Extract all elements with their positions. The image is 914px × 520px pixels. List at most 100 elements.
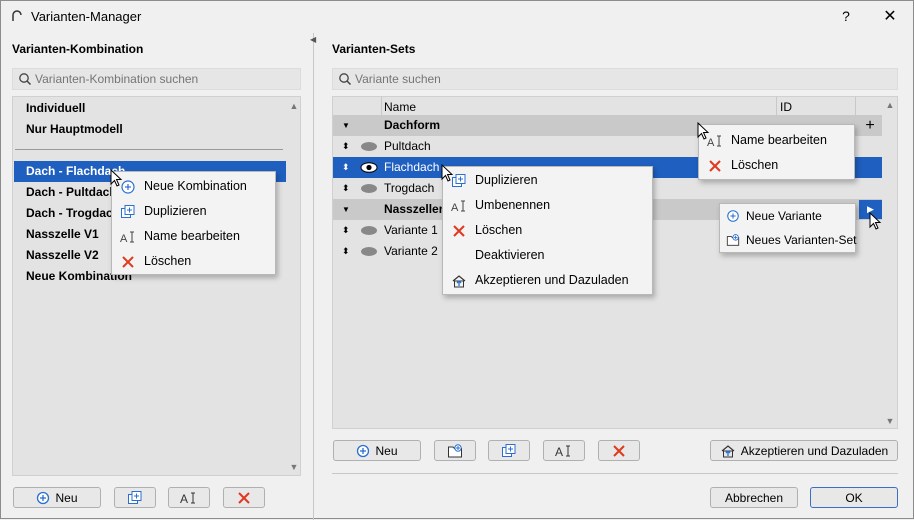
accept-button-label: Akzeptieren und Dazuladen	[740, 443, 889, 458]
plus-circle-icon	[357, 444, 370, 457]
rename-variant-button[interactable]: A	[543, 440, 585, 461]
drag-handle-icon[interactable]: ⬍	[342, 220, 350, 241]
duplicate-icon	[502, 443, 516, 457]
pane-splitter[interactable]	[313, 33, 314, 520]
mouse-cursor-icon	[697, 122, 710, 140]
collapse-arrow-icon[interactable]: ◀	[310, 35, 316, 44]
svg-text:A: A	[120, 233, 128, 245]
column-divider	[855, 97, 856, 117]
svg-text:A: A	[555, 445, 563, 458]
visibility-eye-icon[interactable]	[361, 226, 377, 235]
delete-x-icon	[613, 444, 625, 457]
close-button[interactable]: ✕	[867, 1, 913, 32]
duplicate-icon	[121, 205, 135, 218]
cancel-button[interactable]: Abbrechen	[710, 487, 798, 508]
rename-icon: A	[120, 231, 134, 245]
variant-search[interactable]	[332, 68, 898, 90]
varianten-manager-window: Varianten-Manager ? ✕ ◀ Varianten-Kombin…	[0, 0, 914, 520]
menu-item-delete[interactable]: Löschen	[699, 153, 854, 178]
scroll-down-arrow-icon[interactable]: ▼	[288, 462, 300, 472]
search-icon	[339, 73, 352, 86]
menu-item-duplicate[interactable]: Duplizieren	[112, 199, 275, 224]
column-header-name[interactable]: Name	[384, 100, 416, 114]
scroll-down-arrow-icon[interactable]: ▼	[884, 416, 896, 426]
combination-context-menu: Neue Kombination Duplizieren A Name bear…	[111, 171, 276, 275]
combination-search-input[interactable]	[35, 71, 265, 87]
menu-item-accept-and-load[interactable]: Akzeptieren und Dazuladen	[443, 268, 652, 293]
scroll-up-arrow-icon[interactable]: ▲	[884, 100, 896, 110]
plus-circle-icon	[37, 491, 50, 504]
drag-handle-icon[interactable]: ⬍	[342, 157, 350, 178]
new-set-folder-icon	[726, 234, 740, 246]
rename-icon: A	[451, 200, 465, 214]
footer-divider	[332, 473, 898, 474]
add-submenu: Neue Variante Neues Varianten-Set	[719, 203, 857, 253]
new-combination-button[interactable]: Neu	[13, 487, 101, 508]
variant-search-input[interactable]	[355, 71, 807, 87]
menu-item-new-variant-set[interactable]: Neues Varianten-Set	[720, 228, 857, 252]
drag-handle-icon[interactable]: ⬍	[342, 241, 350, 262]
menu-item-delete[interactable]: Löschen	[112, 249, 275, 274]
drag-handle-icon[interactable]: ⬍	[342, 136, 350, 157]
delete-x-icon	[709, 160, 721, 172]
duplicate-icon	[128, 490, 142, 504]
right-section-title: Varianten-Sets	[332, 42, 416, 56]
visibility-eye-icon[interactable]	[361, 142, 377, 151]
group-context-menu: A Name bearbeiten Löschen	[698, 124, 855, 180]
new-button-label: Neu	[375, 443, 398, 458]
collapse-triangle-icon[interactable]: ▼	[342, 199, 350, 220]
search-icon	[19, 73, 32, 86]
collapse-triangle-icon[interactable]: ▼	[342, 115, 350, 136]
new-variant-set-button[interactable]	[434, 440, 476, 461]
visibility-eye-icon[interactable]	[361, 184, 377, 193]
rename-combination-button[interactable]: A	[168, 487, 210, 508]
mouse-cursor-icon	[110, 169, 123, 187]
delete-x-icon	[238, 491, 250, 504]
delete-x-icon	[122, 256, 134, 268]
column-header-id[interactable]: ID	[780, 100, 792, 114]
column-divider	[381, 97, 382, 117]
menu-item-edit-name[interactable]: A Name bearbeiten	[112, 224, 275, 249]
duplicate-variant-button[interactable]	[488, 440, 530, 461]
menu-item-deactivate[interactable]: Deaktivieren	[443, 243, 652, 268]
menu-item-new-combination[interactable]: Neue Kombination	[112, 174, 275, 199]
list-item[interactable]: Nur Hauptmodell	[14, 119, 286, 140]
combination-list: Individuell Nur Hauptmodell Dach - Flach…	[12, 96, 301, 476]
app-icon	[11, 9, 23, 23]
menu-item-new-variant[interactable]: Neue Variante	[720, 204, 855, 228]
house-upload-icon	[721, 444, 735, 457]
delete-x-icon	[453, 225, 465, 237]
menu-item-delete[interactable]: Löschen	[443, 218, 652, 243]
mouse-cursor-icon	[869, 212, 882, 230]
new-button-label: Neu	[55, 490, 78, 505]
accept-and-load-button[interactable]: Akzeptieren und Dazuladen	[710, 440, 898, 461]
scroll-up-arrow-icon[interactable]: ▲	[288, 101, 300, 111]
delete-combination-button[interactable]	[223, 487, 265, 508]
ok-button[interactable]: OK	[810, 487, 898, 508]
title-bar: Varianten-Manager ? ✕	[1, 1, 913, 32]
rename-icon: A	[180, 492, 195, 505]
new-set-folder-icon	[448, 443, 462, 457]
house-upload-icon	[452, 275, 466, 288]
mouse-cursor-icon	[441, 164, 454, 182]
visibility-eye-open-icon[interactable]	[360, 162, 378, 173]
drag-handle-icon[interactable]: ⬍	[342, 178, 350, 199]
grid-header: Name ID	[333, 97, 882, 117]
list-divider	[15, 149, 283, 150]
help-button[interactable]: ?	[823, 1, 869, 32]
list-item[interactable]: Individuell	[14, 98, 286, 119]
add-variant-plus-button[interactable]: +	[858, 115, 882, 136]
combination-search[interactable]	[12, 68, 301, 90]
duplicate-combination-button[interactable]	[114, 487, 156, 508]
new-variant-button[interactable]: Neu	[333, 440, 421, 461]
rename-icon: A	[555, 445, 570, 458]
svg-text:A: A	[180, 492, 188, 505]
delete-variant-button[interactable]	[598, 440, 640, 461]
menu-item-duplicate[interactable]: Duplizieren	[443, 168, 652, 193]
column-divider	[776, 97, 777, 117]
menu-item-rename[interactable]: A Umbenennen	[443, 193, 652, 218]
left-section-title: Varianten-Kombination	[12, 42, 144, 56]
visibility-eye-icon[interactable]	[361, 247, 377, 256]
plus-circle-icon	[727, 210, 739, 222]
menu-item-edit-name[interactable]: A Name bearbeiten	[699, 128, 854, 153]
